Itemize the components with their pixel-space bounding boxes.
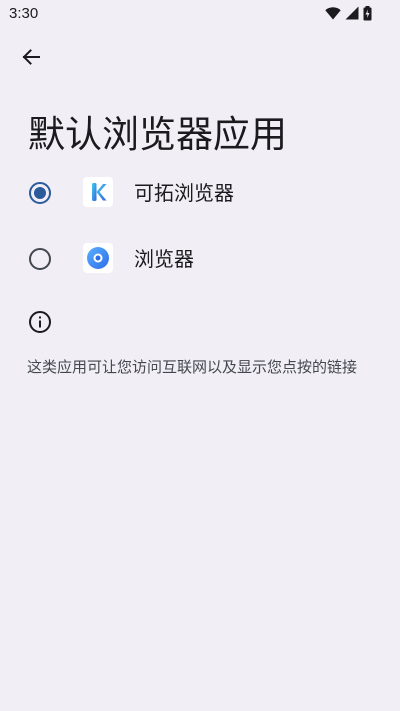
back-arrow-icon [21, 47, 41, 71]
status-icons [325, 5, 372, 21]
browser-option-browser[interactable]: 浏览器 [0, 231, 400, 287]
browser-option-k-browser[interactable]: 可拓浏览器 [0, 165, 400, 221]
wifi-icon [325, 6, 341, 20]
option-label: 浏览器 [134, 247, 194, 271]
page-title: 默认浏览器应用 [28, 112, 287, 156]
radio-button-unselected[interactable] [29, 248, 51, 270]
option-label: 可拓浏览器 [134, 181, 234, 205]
back-button[interactable] [16, 44, 46, 74]
cellular-signal-icon [345, 6, 359, 20]
battery-charging-icon [363, 5, 372, 21]
info-icon [28, 310, 52, 334]
k-browser-icon [83, 177, 113, 207]
status-time: 3:30 [9, 5, 39, 22]
status-bar: 3:30 [0, 0, 400, 28]
browser-icon [83, 243, 113, 273]
footer-description: 这类应用可让您访问互联网以及显示您点按的链接 [27, 358, 358, 376]
radio-button-selected[interactable] [29, 182, 51, 204]
